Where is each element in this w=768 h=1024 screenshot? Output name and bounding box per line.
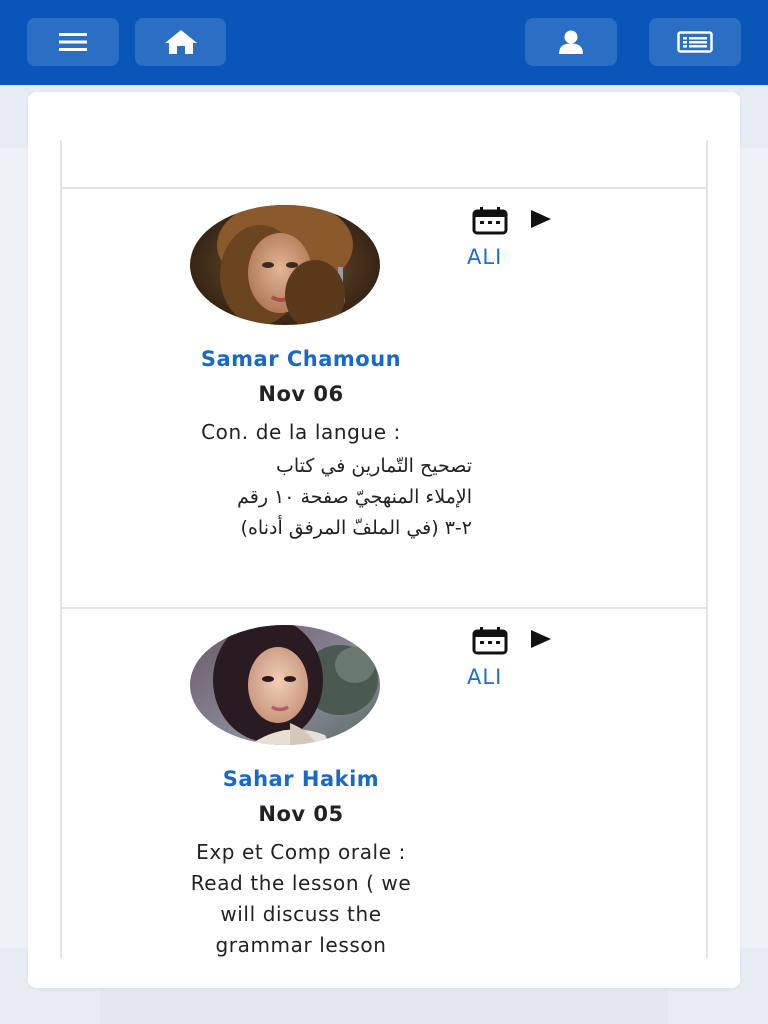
post-body: تصحيح التّمارين في كتاب الإملاء المنهجيّ…	[122, 451, 472, 544]
post-author[interactable]: Samar Chamoun	[62, 347, 540, 371]
post-body-line: grammar lesson	[215, 933, 387, 957]
post-body-line: will discuss the	[220, 902, 382, 926]
profile-button[interactable]	[525, 18, 617, 66]
background-bottom	[100, 990, 668, 1024]
post-date: Nov 05	[258, 802, 344, 826]
feed-top-divider	[62, 140, 706, 189]
menu-icon	[59, 32, 87, 52]
post-subject: Con. de la langue :	[201, 420, 401, 444]
post-feed[interactable]: ALI Samar Chamoun Nov 06 Con. de la lang…	[60, 140, 708, 958]
avatar[interactable]	[190, 625, 380, 745]
news-button[interactable]	[649, 18, 741, 66]
calendar-icon[interactable]	[472, 627, 508, 659]
post-body: Exp et Comp orale : Read the lesson ( we…	[122, 837, 480, 958]
play-icon[interactable]	[530, 629, 552, 653]
post-body-line: تصحيح التّمارين في كتاب	[275, 455, 472, 477]
post-body-line: ٢-٣ (في الملفّ المرفق أدناه)	[240, 517, 472, 539]
post-item[interactable]: ALI Samar Chamoun Nov 06 Con. de la lang…	[62, 189, 706, 609]
play-icon[interactable]	[530, 209, 552, 233]
post-item[interactable]: ALI Sahar Hakim Nov 05 Exp et Comp orale…	[62, 609, 706, 958]
post-meta: ALI	[467, 207, 551, 277]
user-icon	[558, 30, 584, 54]
home-icon	[164, 29, 198, 55]
post-author[interactable]: Sahar Hakim	[62, 767, 540, 791]
post-subject: Exp et Comp orale :	[196, 840, 406, 864]
news-icon	[677, 31, 713, 53]
post-tag[interactable]: ALI	[467, 245, 502, 269]
feed-card: ALI Samar Chamoun Nov 06 Con. de la lang…	[28, 92, 740, 988]
home-button[interactable]	[135, 18, 226, 66]
top-bar	[0, 0, 768, 85]
post-date: Nov 06	[258, 382, 344, 406]
calendar-icon[interactable]	[472, 207, 508, 239]
post-body-line: الإملاء المنهجيّ صفحة ١٠ رقم	[237, 486, 472, 508]
menu-button[interactable]	[27, 18, 119, 66]
avatar[interactable]	[190, 205, 380, 325]
post-tag[interactable]: ALI	[467, 665, 502, 689]
post-body-line: Read the lesson ( we	[190, 871, 412, 895]
post-meta: ALI	[467, 627, 551, 697]
